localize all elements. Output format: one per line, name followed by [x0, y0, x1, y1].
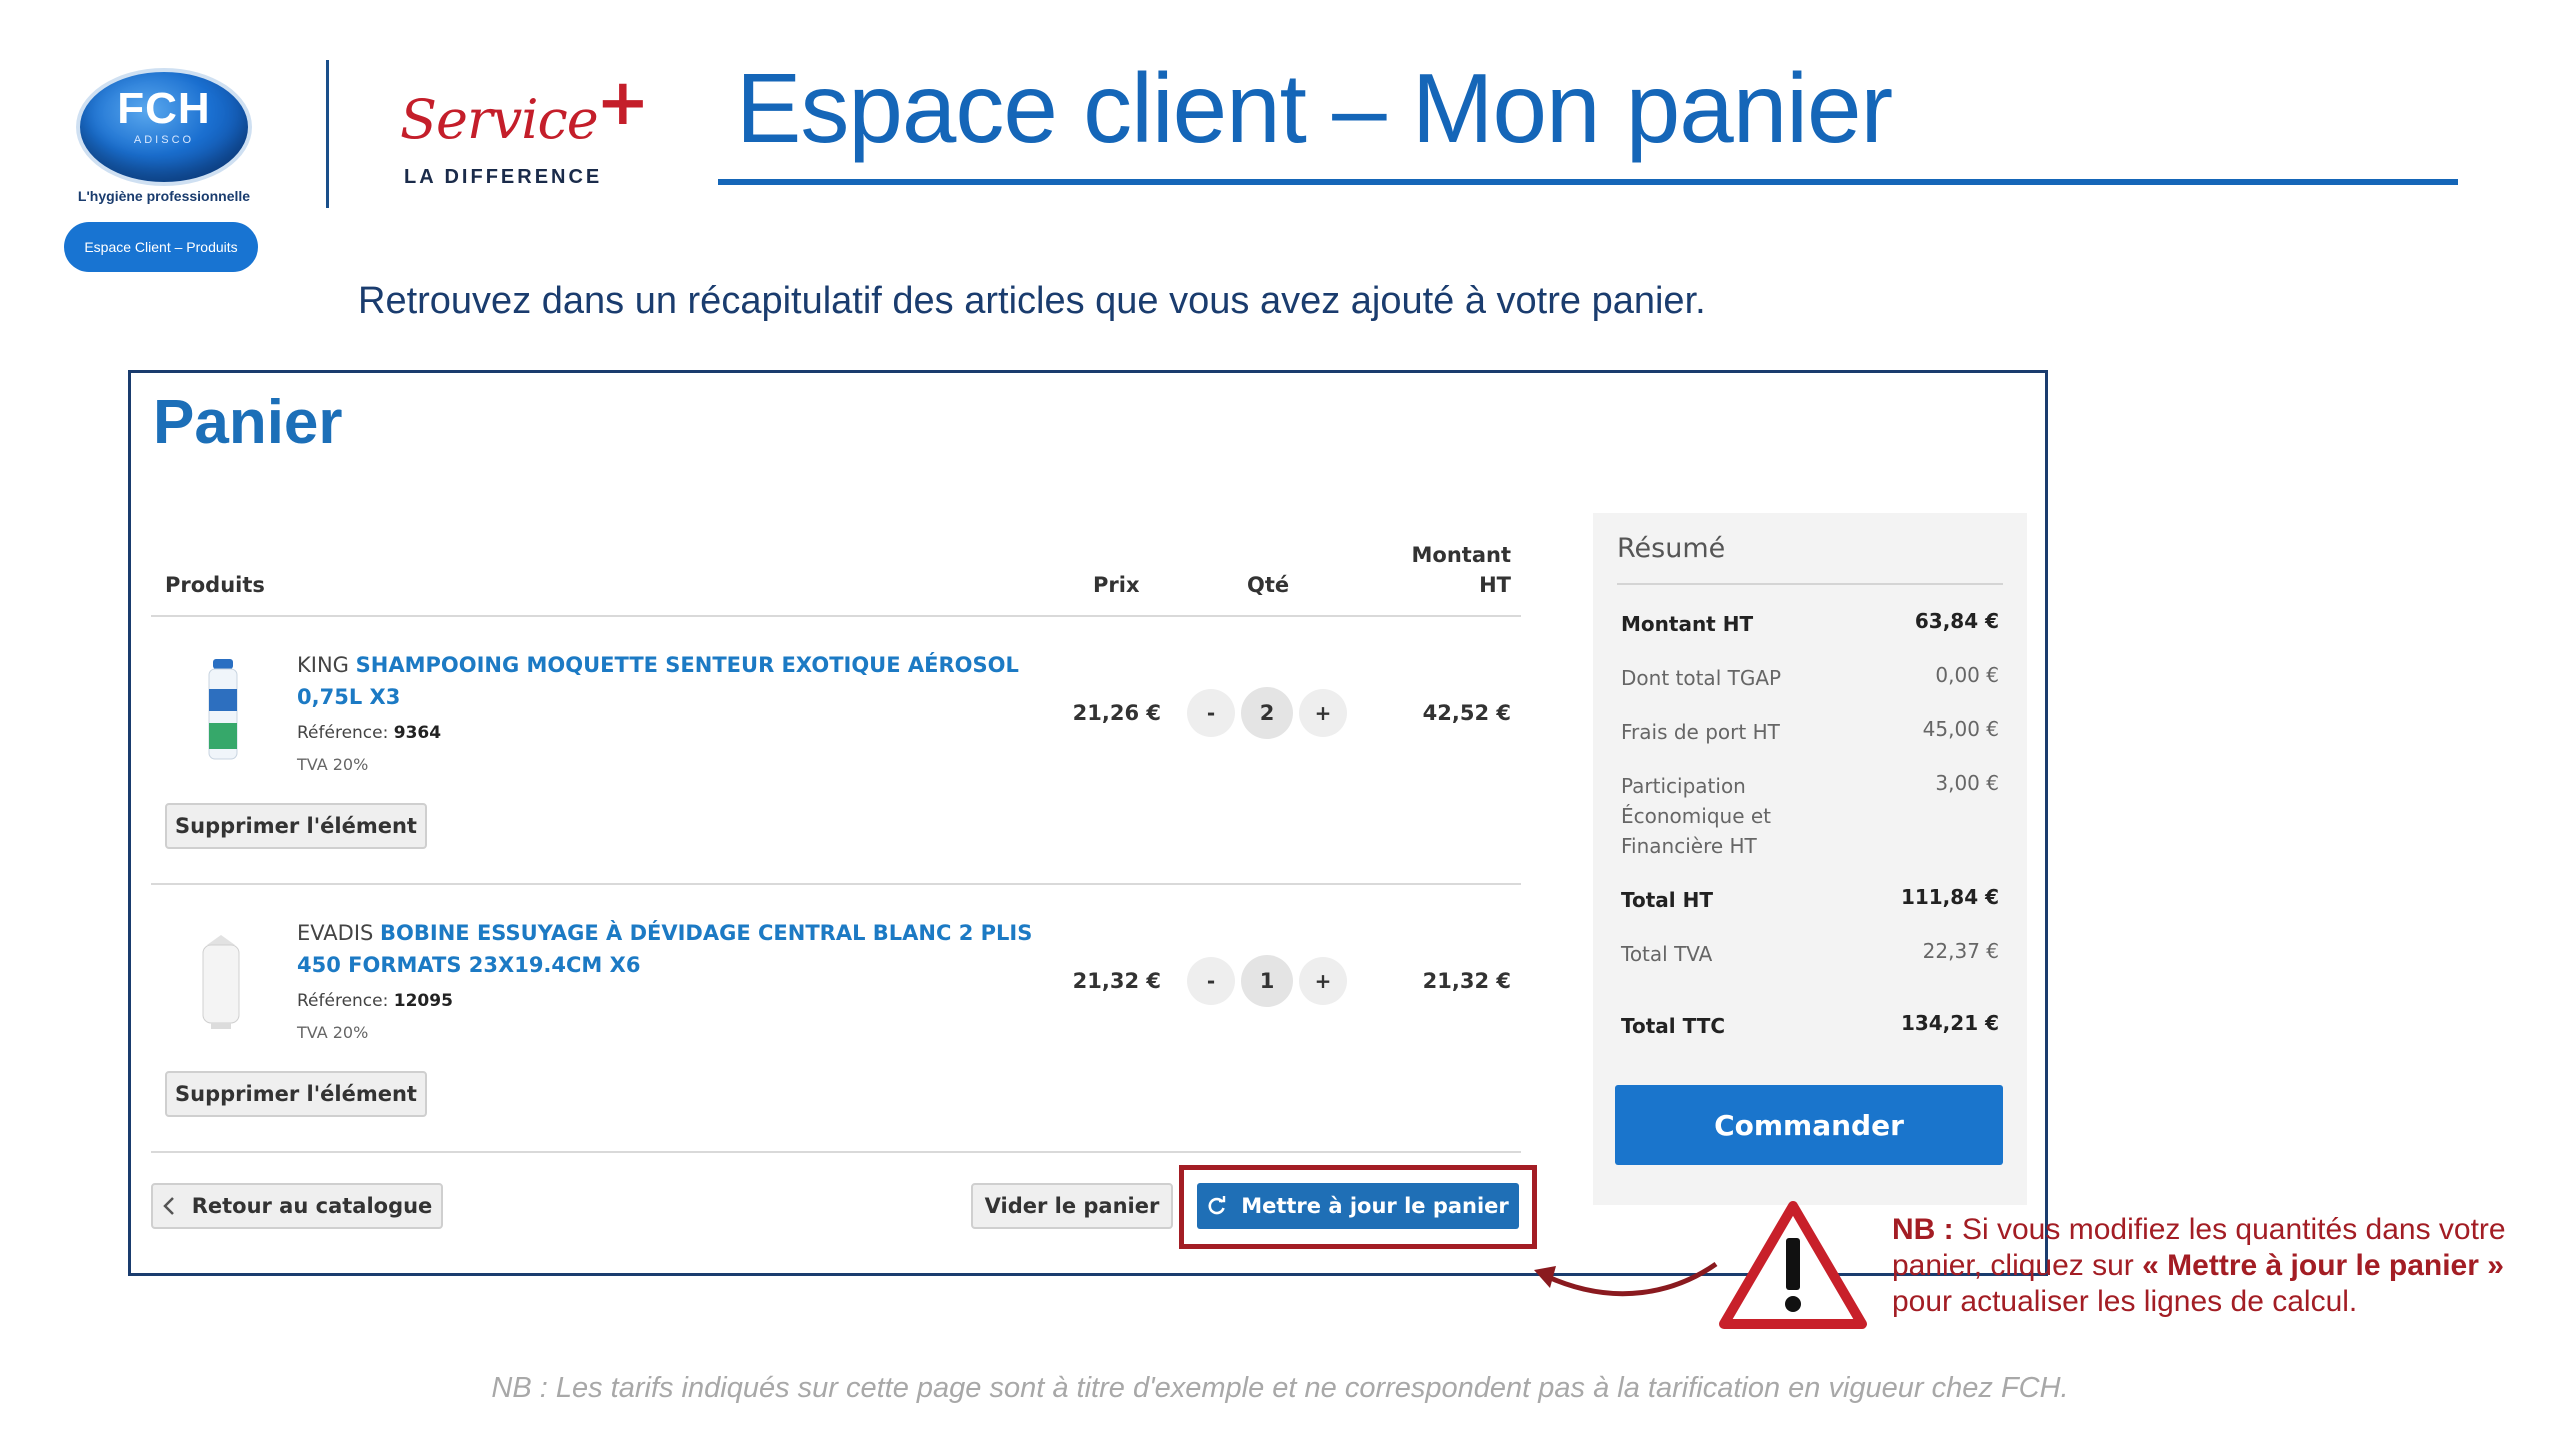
remove-item-button[interactable]: Supprimer l'élément [165, 803, 427, 849]
summary-value-total-ht: 111,84 € [1900, 885, 1999, 909]
summary-label-total-ttc: Total TTC [1621, 1014, 1726, 1038]
product-brand: EVADIS [297, 921, 374, 945]
column-amount-line1: Montant [1411, 543, 1511, 567]
summary-value-shipping: 45,00 € [1922, 717, 1999, 741]
chevron-left-icon [162, 1197, 174, 1215]
reference-label: Référence: [297, 723, 389, 743]
summary-value-montant-ht: 63,84 € [1914, 609, 1999, 633]
summary-value-tgap: 0,00 € [1935, 663, 1999, 687]
product-price: 21,32 € [1072, 969, 1161, 993]
product-amount-ht: 42,52 € [1422, 701, 1511, 725]
product-reference: Référence: 9364 [297, 723, 441, 743]
summary-panel: Résumé Montant HT 63,84 € Dont total TGA… [1593, 513, 2027, 1205]
summary-title: Résumé [1617, 533, 1726, 564]
back-to-catalog-button[interactable]: Retour au catalogue [151, 1183, 443, 1229]
update-button-highlight [1179, 1165, 1537, 1249]
fch-logo-subtext: ADISCO [133, 134, 195, 146]
summary-label-shipping: Frais de port HT [1621, 720, 1780, 744]
service-logo-plus: + [596, 66, 650, 140]
header-divider [326, 60, 329, 208]
cart-screenshot: Panier Produits Prix Qté Montant HT KING… [128, 370, 2048, 1276]
service-plus-logo: Service + LA DIFFERENCE [400, 66, 660, 188]
order-button[interactable]: Commander [1615, 1085, 2003, 1165]
item-divider-line [151, 883, 1521, 885]
item-divider-line [151, 1151, 1521, 1153]
back-to-catalog-label: Retour au catalogue [191, 1194, 433, 1218]
summary-value-total-ttc: 134,21 € [1900, 1011, 1999, 1035]
column-amount-line2: HT [1479, 573, 1511, 597]
note-text-end: pour actualiser les lignes de calcul. [1892, 1285, 2358, 1318]
note-emphasis: « Mettre à jour le panier » [2142, 1249, 2504, 1282]
service-logo-subtitle: LA DIFFERENCE [404, 166, 603, 188]
intro-text: Retrouvez dans un récapitulatif des arti… [358, 280, 1706, 322]
qty-value[interactable]: 2 [1241, 687, 1293, 739]
page-title: Espace client – Mon panier [736, 53, 1893, 163]
column-products: Produits [165, 573, 265, 597]
qty-increase-button[interactable]: + [1299, 689, 1347, 737]
summary-label-participation: Participation Économique et Financière H… [1621, 774, 1771, 858]
summary-label-montant-ht: Montant HT [1621, 612, 1754, 636]
product-brand: KING [297, 653, 349, 677]
product-thumbnail-roll [202, 935, 240, 1029]
qty-decrease-button[interactable]: - [1187, 689, 1235, 737]
summary-label-tgap: Dont total TGAP [1621, 666, 1782, 690]
product-thumbnail-aerosol [208, 659, 238, 760]
warning-triangle-icon [1719, 1201, 1867, 1329]
summary-label-total-ht: Total HT [1621, 888, 1713, 912]
summary-value-participation: 3,00 € [1935, 771, 1999, 795]
curved-arrow-icon [1534, 1261, 1718, 1297]
summary-label-total-tva: Total TVA [1621, 942, 1713, 966]
fch-tagline: L'hygiène professionnelle [77, 188, 251, 204]
product-title[interactable]: KING SHAMPOOING MOQUETTE SENTEUR EXOTIQU… [297, 649, 1037, 713]
note-nb-label: NB : [1892, 1213, 1954, 1246]
column-price: Prix [1093, 573, 1140, 597]
empty-cart-button[interactable]: Vider le panier [971, 1183, 1173, 1229]
update-reminder-note: NB : Si vous modifiez les quantités dans… [1892, 1212, 2532, 1320]
summary-divider [1617, 583, 2003, 585]
product-reference: Référence: 12095 [297, 991, 453, 1011]
header-divider-line [151, 615, 1521, 617]
cart-title: Panier [153, 388, 343, 457]
product-name-link[interactable]: BOBINE ESSUYAGE À DÉVIDAGE CENTRAL BLANC… [297, 921, 1032, 977]
qty-increase-button[interactable]: + [1299, 957, 1347, 1005]
service-logo-word: Service [400, 88, 599, 151]
pricing-disclaimer: NB : Les tarifs indiqués sur cette page … [491, 1372, 2069, 1404]
product-title[interactable]: EVADIS BOBINE ESSUYAGE À DÉVIDAGE CENTRA… [297, 917, 1037, 981]
product-tva: TVA 20% [297, 755, 369, 774]
fch-logo: FCH ADISCO L'hygiène professionnelle [64, 60, 264, 210]
product-tva: TVA 20% [297, 1023, 369, 1042]
summary-value-total-tva: 22,37 € [1922, 939, 1999, 963]
reference-value: 12095 [393, 991, 453, 1011]
fch-logo-text: FCH [117, 84, 211, 133]
reference-label: Référence: [297, 991, 389, 1011]
product-name-link[interactable]: SHAMPOOING MOQUETTE SENTEUR EXOTIQUE AÉR… [297, 653, 1019, 709]
column-qty: Qté [1247, 573, 1290, 597]
title-underline [718, 179, 2458, 185]
remove-item-button[interactable]: Supprimer l'élément [165, 1071, 427, 1117]
qty-decrease-button[interactable]: - [1187, 957, 1235, 1005]
product-amount-ht: 21,32 € [1422, 969, 1511, 993]
reference-value: 9364 [393, 723, 442, 743]
product-price: 21,26 € [1072, 701, 1161, 725]
espace-client-pill[interactable]: Espace Client – Produits [64, 222, 258, 272]
qty-value[interactable]: 1 [1241, 955, 1293, 1007]
